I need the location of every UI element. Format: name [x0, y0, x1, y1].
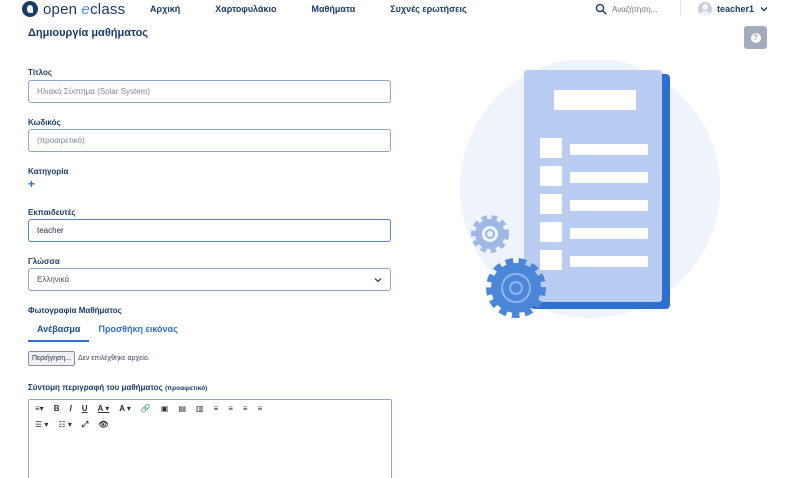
link-icon[interactable]: 🔗	[141, 404, 151, 414]
file-status: Δεν επιλέχθηκε αρχείο.	[78, 355, 150, 362]
description-editor[interactable]: ≡▾ B I U A ▾ A ▾ 🔗 ▣ ▤ ▥ ≡ ≡ ≡ ≡ ☰ ▾ ☷ ▾…	[28, 399, 392, 478]
title-input[interactable]	[28, 80, 391, 103]
tab-upload[interactable]: Ανέβασμα	[28, 320, 90, 342]
editor-toolbar-row-1: ≡▾ B I U A ▾ A ▾ 🔗 ▣ ▤ ▥ ≡ ≡ ≡ ≡	[35, 404, 272, 414]
editor-toolbar-row-2: ☰ ▾ ☷ ▾ ⤢ 👁	[35, 420, 118, 430]
avatar	[698, 2, 712, 16]
align-justify-icon[interactable]: ≡	[258, 404, 263, 414]
user-menu[interactable]: teacher1	[698, 0, 768, 18]
text-color-icon[interactable]: A ▾	[97, 404, 109, 414]
course-form-illustration	[460, 60, 720, 318]
photo-label: Φωτογραφία Μαθήματος	[28, 306, 122, 315]
page-title: Δημιουργία μαθήματος	[28, 27, 149, 39]
background-color-icon[interactable]: A ▾	[119, 404, 131, 414]
large-gear-icon	[486, 258, 546, 318]
file-picker: Περιήγηση... Δεν επιλέχθηκε αρχείο.	[28, 351, 150, 366]
italic-button[interactable]: I	[69, 404, 71, 414]
bold-button[interactable]: B	[54, 404, 60, 414]
tab-add-image[interactable]: Προσθήκη εικόνας	[89, 320, 186, 342]
fullscreen-icon[interactable]: ⤢	[82, 420, 88, 430]
bullet-list-icon[interactable]: ☰ ▾	[35, 420, 48, 430]
small-gear-icon	[471, 215, 509, 253]
code-label: Κωδικός	[28, 118, 61, 127]
language-label: Γλώσσα	[28, 257, 60, 266]
align-right-icon[interactable]: ≡	[243, 404, 248, 414]
media-icon[interactable]: ▤	[178, 404, 186, 414]
code-input[interactable]	[28, 129, 391, 152]
search-input[interactable]	[612, 4, 670, 14]
nav-item-faq[interactable]: Συχνές ερωτήσεις	[390, 4, 466, 14]
search-icon[interactable]	[595, 3, 607, 15]
title-label: Τίτλος	[28, 68, 53, 77]
photo-tabs: Ανέβασμα Προσθήκη εικόνας	[28, 320, 187, 342]
top-navbar: open eclass Αρχική Χαρτοφυλάκιο Μαθήματα…	[0, 0, 800, 18]
underline-button[interactable]: U	[82, 404, 88, 414]
help-button[interactable]: ?	[744, 26, 767, 49]
description-label: Σύντομη περιγραφή του μαθήματος (προαιρε…	[28, 383, 208, 392]
chevron-down-icon	[760, 7, 768, 12]
table-icon[interactable]: ▥	[196, 404, 204, 414]
chevron-down-icon	[374, 277, 382, 282]
language-selected-value: Ελληνικά	[37, 275, 70, 284]
nav-divider	[680, 0, 681, 16]
nav-item-home[interactable]: Αρχική	[150, 4, 180, 14]
nav-item-portfolio[interactable]: Χαρτοφυλάκιο	[215, 4, 276, 14]
numbered-list-icon[interactable]: ☷ ▾	[58, 420, 71, 430]
instructors-label: Εκπαιδευτές	[28, 208, 76, 217]
align-center-icon[interactable]: ≡	[228, 404, 233, 414]
paragraph-format-icon[interactable]: ≡▾	[35, 404, 44, 414]
user-name: teacher1	[717, 4, 755, 14]
help-icon: ?	[750, 32, 761, 43]
search-box	[595, 0, 670, 18]
browse-button[interactable]: Περιήγηση...	[28, 351, 76, 366]
logo-text: open eclass	[43, 0, 126, 18]
main-nav: Αρχική Χαρτοφυλάκιο Μαθήματα Συχνές ερωτ…	[150, 0, 502, 18]
add-category-button[interactable]: +	[28, 178, 35, 190]
language-select[interactable]: Ελληνικά	[28, 268, 391, 291]
instructors-input[interactable]	[28, 219, 391, 242]
nav-item-courses[interactable]: Μαθήματα	[312, 4, 356, 14]
logo-icon	[22, 1, 38, 17]
logo[interactable]: open eclass	[22, 0, 125, 18]
category-label: Κατηγορία	[28, 167, 69, 176]
preview-icon[interactable]: 👁	[98, 420, 108, 430]
image-icon[interactable]: ▣	[161, 404, 169, 414]
align-left-icon[interactable]: ≡	[214, 404, 219, 414]
